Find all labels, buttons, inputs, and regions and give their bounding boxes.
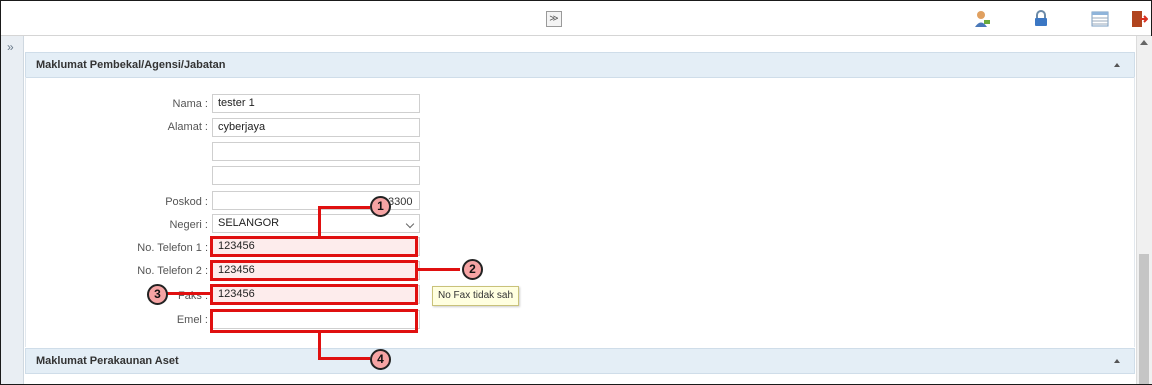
user-icon[interactable] <box>973 10 991 28</box>
connector-line-3 <box>167 292 211 295</box>
negeri-label: Negeri : <box>169 219 208 231</box>
scroll-up-arrow-icon[interactable] <box>1140 40 1148 45</box>
section-header-perakaunan[interactable]: Maklumat Perakaunan Aset <box>25 348 1135 374</box>
faks-error-tooltip: No Fax tidak sah <box>432 286 520 306</box>
side-panel-strip: » <box>1 36 24 384</box>
section-title: Maklumat Pembekal/Agensi/Jabatan <box>36 59 226 71</box>
expand-sidebar-icon[interactable]: » <box>7 40 14 54</box>
section-header-pembekal[interactable]: Maklumat Pembekal/Agensi/Jabatan <box>25 52 1135 78</box>
logout-icon[interactable] <box>1130 10 1148 28</box>
nama-label: Nama : <box>172 98 208 110</box>
highlight-box-emel <box>210 309 418 333</box>
connector-line-1b <box>318 206 370 209</box>
telefon1-label: No. Telefon 1 : <box>137 242 208 254</box>
lock-icon[interactable] <box>1032 10 1050 28</box>
connector-line-4b <box>318 357 370 360</box>
connector-line-4 <box>318 333 321 359</box>
alamat-line2-input[interactable] <box>212 142 420 161</box>
chevron-down-icon[interactable] <box>405 219 415 229</box>
highlight-box-telefon1 <box>210 236 418 257</box>
callout-3: 3 <box>147 284 168 305</box>
table-icon[interactable] <box>1091 10 1109 28</box>
highlight-box-faks <box>210 284 418 305</box>
collapse-toolbar-icon[interactable]: ≫ <box>546 11 562 27</box>
connector-line-1 <box>318 206 321 237</box>
section-title-2: Maklumat Perakaunan Aset <box>36 355 179 367</box>
connector-line-2 <box>418 268 460 271</box>
collapse-caret-icon-2[interactable] <box>1114 359 1120 363</box>
collapse-caret-icon[interactable] <box>1114 63 1120 67</box>
alamat-label: Alamat : <box>167 121 208 133</box>
top-toolbar: ≫ <box>1 1 1151 36</box>
callout-2: 2 <box>462 259 483 280</box>
poskod-label: Poskod : <box>165 196 208 208</box>
negeri-selected-value: SELANGOR <box>218 217 280 229</box>
scroll-thumb[interactable] <box>1139 254 1149 384</box>
poskod-partial-text: 3300 <box>388 196 413 208</box>
section-body-pembekal <box>25 77 1135 347</box>
vertical-scrollbar[interactable] <box>1136 36 1152 384</box>
negeri-select[interactable]: SELANGOR <box>212 214 420 233</box>
telefon2-label: No. Telefon 2 : <box>137 265 208 277</box>
highlight-box-telefon2 <box>210 260 418 281</box>
callout-4: 4 <box>370 349 391 370</box>
alamat-line3-input[interactable] <box>212 166 420 185</box>
alamat-line1-input[interactable]: cyberjaya <box>212 118 420 137</box>
emel-label: Emel : <box>176 314 208 326</box>
nama-input[interactable]: tester 1 <box>212 94 420 113</box>
callout-1: 1 <box>370 196 391 217</box>
